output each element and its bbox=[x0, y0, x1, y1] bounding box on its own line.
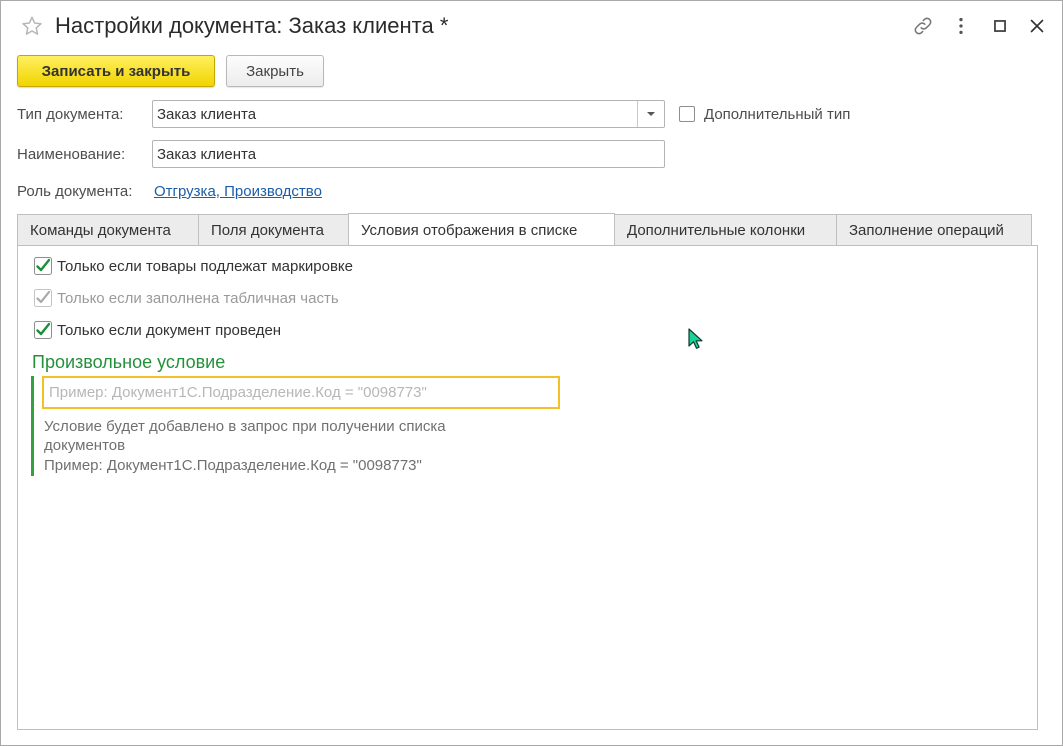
additional-type-label: Дополнительный тип bbox=[704, 106, 851, 123]
conditions-panel: Только если товары подлежат маркировке Т… bbox=[17, 245, 1038, 730]
role-label: Роль документа: bbox=[17, 183, 133, 200]
marking-checkbox[interactable] bbox=[34, 257, 52, 275]
tab-list-display-conditions[interactable]: Условия отображения в списке bbox=[348, 213, 615, 247]
custom-condition-field[interactable] bbox=[42, 376, 560, 409]
doc-type-value: Заказ клиента bbox=[157, 106, 257, 123]
hint-line-2: документов bbox=[44, 437, 126, 454]
tab-document-commands[interactable]: Команды документа bbox=[17, 214, 199, 246]
link-icon[interactable] bbox=[912, 15, 934, 37]
chevron-down-icon bbox=[647, 112, 655, 116]
name-label: Наименование: bbox=[17, 146, 126, 163]
marking-condition-row[interactable]: Только если товары подлежат маркировке bbox=[34, 256, 353, 276]
doc-type-label: Тип документа: bbox=[17, 106, 124, 123]
posted-checkbox-label: Только если документ проведен bbox=[57, 321, 282, 339]
window-title: Настройки документа: Заказ клиента * bbox=[55, 13, 449, 38]
tab-additional-columns[interactable]: Дополнительные колонки bbox=[614, 214, 837, 246]
close-button[interactable]: Закрыть bbox=[226, 55, 324, 87]
table-part-checkbox bbox=[34, 289, 52, 307]
favorite-star-icon[interactable] bbox=[21, 15, 43, 37]
custom-condition-title: Произвольное условие bbox=[32, 352, 226, 372]
table-part-checkbox-label: Только если заполнена табличная часть bbox=[57, 289, 339, 307]
close-icon[interactable] bbox=[1026, 15, 1048, 37]
maximize-icon[interactable] bbox=[989, 15, 1011, 37]
marking-checkbox-label: Только если товары подлежат маркировке bbox=[57, 257, 353, 275]
hint-line-3: Пример: Документ1С.Подразделение.Код = "… bbox=[44, 457, 422, 474]
name-field[interactable]: Заказ клиента bbox=[152, 140, 665, 168]
custom-condition-input[interactable] bbox=[44, 378, 558, 407]
posted-condition-row[interactable]: Только если документ проведен bbox=[34, 320, 281, 340]
dropdown-button[interactable] bbox=[637, 101, 664, 127]
table-part-condition-row: Только если заполнена табличная часть bbox=[34, 288, 339, 308]
doc-type-combobox[interactable]: Заказ клиента bbox=[152, 100, 665, 128]
tab-operations-filling[interactable]: Заполнение операций bbox=[836, 214, 1032, 246]
hint-line-1: Условие будет добавлено в запрос при пол… bbox=[44, 418, 446, 435]
additional-type-checkbox[interactable] bbox=[679, 106, 695, 122]
posted-checkbox[interactable] bbox=[34, 321, 52, 339]
role-link[interactable]: Отгрузка, Производство bbox=[154, 183, 322, 200]
group-marker bbox=[31, 376, 34, 476]
window-frame: Настройки документа: Заказ клиента * Зап… bbox=[0, 0, 1063, 746]
mouse-pointer-icon bbox=[688, 328, 703, 349]
save-and-close-button[interactable]: Записать и закрыть bbox=[17, 55, 215, 87]
name-value: Заказ клиента bbox=[157, 146, 257, 163]
more-vertical-icon[interactable] bbox=[950, 15, 972, 37]
tab-document-fields[interactable]: Поля документа bbox=[198, 214, 349, 246]
